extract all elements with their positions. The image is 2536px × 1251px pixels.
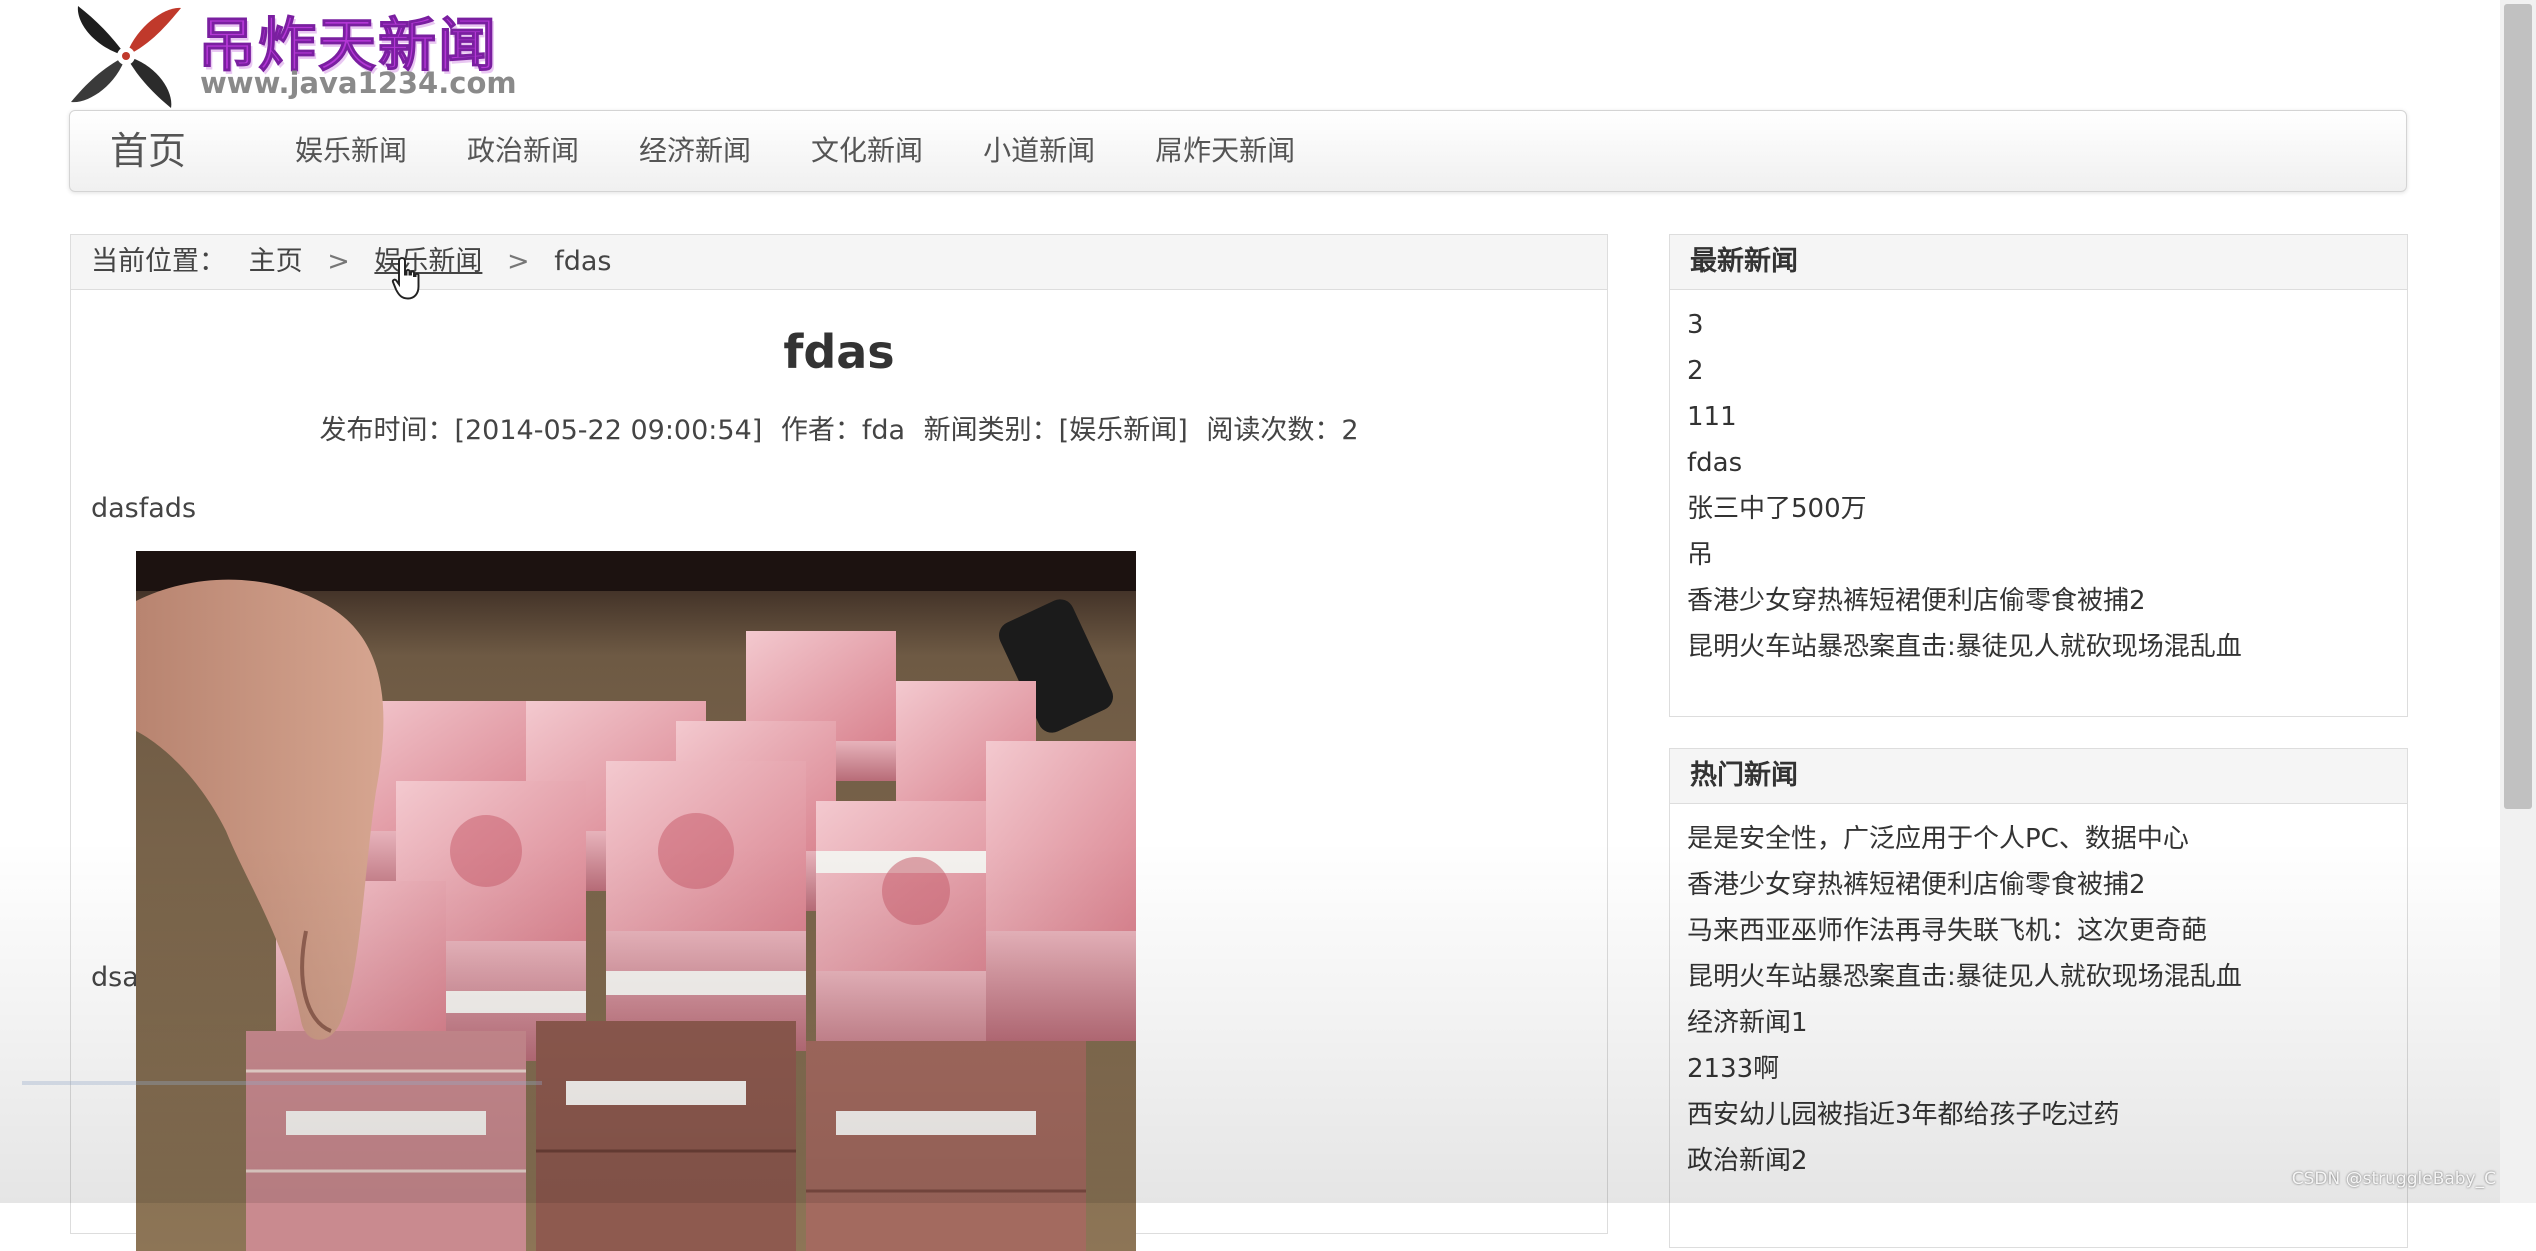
latest-news-item[interactable]: 111 <box>1687 394 2407 440</box>
article-read-count: 阅读次数：2 <box>1206 415 1359 446</box>
latest-news-item[interactable]: 2 <box>1687 348 2407 394</box>
nav-home-link[interactable]: 首页 <box>110 111 186 191</box>
nav-menu: 娱乐新闻 政治新闻 经济新闻 文化新闻 小道新闻 屌炸天新闻 <box>265 111 1325 191</box>
latest-news-panel: 最新新闻 3 2 111 fdas 张三中了500万 吊 香港少女穿热裤短裙便利… <box>1669 234 2408 717</box>
latest-news-item[interactable]: 昆明火车站暴恐案直击:暴徒见人就砍现场混乱血 <box>1687 624 2407 670</box>
hot-news-item[interactable]: 是是安全性，广泛应用于个人PC、数据中心 <box>1687 816 2407 862</box>
nav-item-economy[interactable]: 经济新闻 <box>609 111 781 191</box>
latest-news-item[interactable]: 吊 <box>1687 532 2407 578</box>
hot-news-list: 是是安全性，广泛应用于个人PC、数据中心 香港少女穿热裤短裙便利店偷零食被捕2 … <box>1670 804 2407 1184</box>
nav-item-entertainment[interactable]: 娱乐新闻 <box>265 111 437 191</box>
latest-news-item[interactable]: 3 <box>1687 302 2407 348</box>
article-photo <box>136 551 1136 1251</box>
video-progress-bar[interactable] <box>22 1081 542 1085</box>
hot-news-item[interactable]: 西安幼儿园被指近3年都给孩子吃过药 <box>1687 1092 2407 1138</box>
article-category: 新闻类别：[娱乐新闻] <box>923 415 1188 446</box>
hot-news-item[interactable]: 马来西亚巫师作法再寻失联飞机：这次更奇葩 <box>1687 908 2407 954</box>
latest-news-title: 最新新闻 <box>1670 235 2407 290</box>
article-author: 作者：fda <box>780 415 906 446</box>
breadcrumb-separator: > <box>507 246 530 277</box>
article-title: fdas <box>783 325 895 379</box>
site-logo[interactable]: 吊炸天新闻 www.java1234.com <box>64 0 517 108</box>
main-navbar: 首页 娱乐新闻 政治新闻 经济新闻 文化新闻 小道新闻 屌炸天新闻 <box>69 110 2407 192</box>
latest-news-list: 3 2 111 fdas 张三中了500万 吊 香港少女穿热裤短裙便利店偷零食被… <box>1670 290 2407 670</box>
nav-item-gossip[interactable]: 小道新闻 <box>953 111 1125 191</box>
hot-news-item[interactable]: 2133啊 <box>1687 1046 2407 1092</box>
breadcrumb-prefix: 当前位置： <box>91 246 226 277</box>
hand-pointer-icon <box>391 257 420 300</box>
hot-news-item[interactable]: 香港少女穿热裤短裙便利店偷零食被捕2 <box>1687 862 2407 908</box>
pinwheel-logo-icon <box>71 6 181 108</box>
site-logo-url: www.java1234.com <box>200 66 517 100</box>
breadcrumb-separator: > <box>327 246 350 277</box>
latest-news-item[interactable]: fdas <box>1687 440 2407 486</box>
breadcrumb: 当前位置： 主页 > 娱乐新闻 > fdas <box>71 235 1607 290</box>
latest-news-item[interactable]: 张三中了500万 <box>1687 486 2407 532</box>
article-body-text-after-image: dsa <box>91 962 139 993</box>
nav-item-culture[interactable]: 文化新闻 <box>781 111 953 191</box>
breadcrumb-home-link[interactable]: 主页 <box>249 246 303 277</box>
latest-news-item[interactable]: 香港少女穿热裤短裙便利店偷零食被捕2 <box>1687 578 2407 624</box>
hot-news-item[interactable]: 经济新闻1 <box>1687 1000 2407 1046</box>
csdn-watermark: CSDN @struggleBaby_C <box>2291 1169 2496 1189</box>
article-meta: 发布时间：[2014-05-22 09:00:54] 作者：fda 新闻类别：[… <box>71 408 1607 447</box>
breadcrumb-current: fdas <box>554 246 612 277</box>
hot-news-title: 热门新闻 <box>1670 749 2407 804</box>
nav-item-politics[interactable]: 政治新闻 <box>437 111 609 191</box>
nav-item-awesome[interactable]: 屌炸天新闻 <box>1125 111 1325 191</box>
article-publish-time: 发布时间：[2014-05-22 09:00:54] <box>319 415 763 446</box>
article-body-text: dasfads <box>91 493 197 524</box>
page-scrollbar-thumb[interactable] <box>2504 4 2532 809</box>
hot-news-item[interactable]: 昆明火车站暴恐案直击:暴徒见人就砍现场混乱血 <box>1687 954 2407 1000</box>
